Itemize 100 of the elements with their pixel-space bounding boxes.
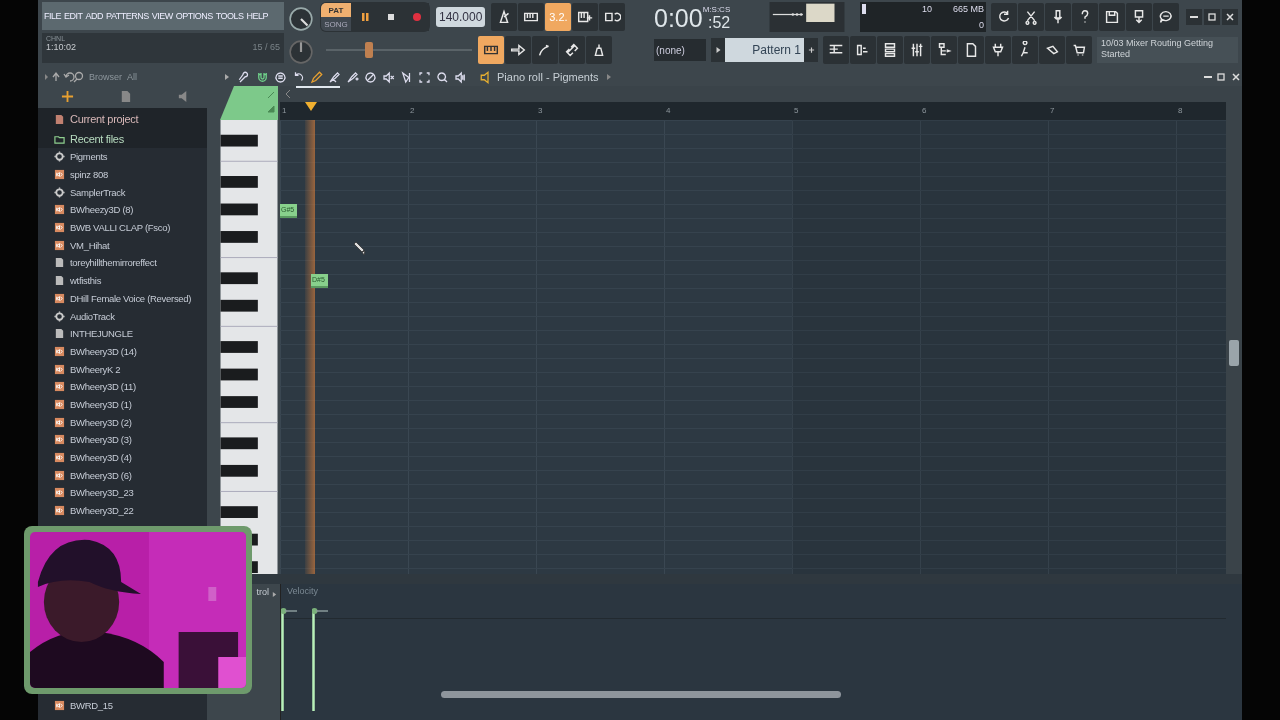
menu-item[interactable]: PATTERNS bbox=[106, 11, 149, 21]
help-button[interactable] bbox=[1072, 3, 1098, 31]
control-selector[interactable]: trol bbox=[256, 587, 272, 597]
file-button[interactable] bbox=[958, 36, 984, 64]
playlist-button[interactable] bbox=[823, 36, 849, 64]
chevron-icon[interactable] bbox=[284, 89, 292, 99]
browser-item[interactable]: BWheery3D (4) bbox=[38, 448, 207, 467]
pencil-icon[interactable] bbox=[309, 69, 324, 85]
browser-item[interactable]: Current project bbox=[38, 108, 207, 128]
figure-button[interactable] bbox=[1012, 36, 1038, 64]
time-format[interactable]: M:S:CS bbox=[702, 5, 731, 14]
scrollbar-thumb[interactable] bbox=[1229, 340, 1239, 366]
browser-item[interactable]: BWheery3D (11) bbox=[38, 377, 207, 396]
arrow-button[interactable] bbox=[505, 36, 531, 64]
delete-icon[interactable] bbox=[363, 69, 378, 85]
pianoroll-button[interactable] bbox=[478, 36, 504, 64]
chat-button[interactable] bbox=[1153, 3, 1179, 31]
browser-title: Browser bbox=[89, 72, 122, 82]
browser-item[interactable]: spinz 808 bbox=[38, 165, 207, 184]
brush-icon[interactable] bbox=[327, 69, 342, 85]
arrow-icon[interactable] bbox=[272, 591, 277, 598]
time-ruler[interactable]: 1 2 3 4 5 6 7 8 bbox=[280, 102, 1226, 120]
close-icon[interactable] bbox=[1231, 72, 1241, 82]
curve-button[interactable] bbox=[532, 36, 558, 64]
step-button[interactable] bbox=[572, 3, 599, 31]
export-button[interactable] bbox=[1126, 3, 1152, 31]
browser-item[interactable]: BWheery3D (14) bbox=[38, 342, 207, 361]
browser-item[interactable]: toreyhillthemirroreffect bbox=[38, 254, 207, 272]
speaker-icon[interactable] bbox=[453, 69, 468, 85]
sample-icon bbox=[54, 416, 65, 428]
pattern-selector[interactable]: Pattern 1 bbox=[725, 38, 804, 62]
pitch-knob[interactable] bbox=[288, 38, 314, 65]
typing-button[interactable] bbox=[518, 3, 545, 31]
browser-item[interactable]: BWheery3D_22 bbox=[38, 501, 207, 520]
browser-item[interactable]: wtfisthis bbox=[38, 271, 207, 290]
rack-button[interactable] bbox=[877, 36, 903, 64]
cart-button[interactable] bbox=[1066, 36, 1092, 64]
hint-bar[interactable]: 10/03 Mixer Routing Getting Started bbox=[1097, 37, 1238, 63]
sample-icon bbox=[54, 239, 65, 251]
save-button[interactable] bbox=[1099, 3, 1125, 31]
pattern-menu-button[interactable] bbox=[711, 38, 725, 62]
cut-button[interactable] bbox=[1018, 3, 1044, 31]
horizontal-scrollbar[interactable] bbox=[441, 691, 841, 698]
menu-item[interactable]: OPTIONS bbox=[175, 11, 213, 21]
browser-item[interactable]: INTHEJUNGLE bbox=[38, 324, 207, 343]
zoom-icon[interactable] bbox=[435, 69, 450, 85]
link-button[interactable] bbox=[559, 36, 585, 64]
browser-item[interactable]: DHill Female Voice (Reversed) bbox=[38, 289, 207, 308]
minimize-button[interactable] bbox=[1186, 9, 1202, 25]
add-pattern-button[interactable] bbox=[804, 38, 818, 62]
bar-number: 5 bbox=[794, 106, 799, 115]
menu-arrow-icon[interactable] bbox=[224, 73, 230, 81]
maximize-button[interactable] bbox=[1204, 9, 1220, 25]
browser-item[interactable]: BWheery3D (3) bbox=[38, 431, 207, 449]
browser-item[interactable]: BWRD_15 bbox=[38, 696, 207, 715]
move-icon[interactable] bbox=[60, 89, 74, 103]
tempo-field[interactable]: 140.000 bbox=[436, 7, 486, 27]
pitch-slider[interactable] bbox=[326, 42, 472, 58]
browser-item[interactable]: VM_Hihat bbox=[38, 236, 207, 255]
browser-item[interactable]: BWheeryK 2 bbox=[38, 360, 207, 378]
channel-selector[interactable]: (none) bbox=[654, 39, 706, 61]
browser-item[interactable]: Recent files bbox=[38, 128, 207, 148]
browser-item[interactable]: Pigments bbox=[38, 148, 207, 166]
paint-icon[interactable] bbox=[345, 69, 360, 85]
menu-item[interactable]: FILE bbox=[44, 11, 61, 21]
browser-item[interactable]: BWheezy3D (8) bbox=[38, 201, 207, 219]
maximize-icon[interactable] bbox=[1216, 72, 1226, 82]
menu-icon[interactable] bbox=[273, 69, 288, 85]
select-icon[interactable] bbox=[417, 69, 432, 85]
pattern-song-toggle[interactable]: PAT SONG bbox=[321, 3, 351, 31]
browser-item[interactable]: BWheery3D (6) bbox=[38, 466, 207, 485]
event-editor[interactable]: Velocity bbox=[280, 584, 1242, 720]
mute-icon[interactable] bbox=[381, 69, 396, 85]
tool-corner[interactable] bbox=[220, 86, 278, 120]
menu-item[interactable]: HELP bbox=[246, 11, 269, 21]
browser-item[interactable]: SamplerTrack bbox=[38, 183, 207, 202]
metronome-button[interactable] bbox=[491, 3, 518, 31]
close-button[interactable] bbox=[1222, 9, 1238, 25]
piano-keyboard[interactable] bbox=[220, 120, 278, 574]
browser-item[interactable]: BWB VALLI CLAP (Fsco) bbox=[38, 218, 207, 237]
menu-item[interactable]: VIEW bbox=[151, 11, 173, 21]
tree-button[interactable] bbox=[931, 36, 957, 64]
item-label: BWB VALLI CLAP (Fsco) bbox=[70, 222, 170, 234]
plug-button[interactable] bbox=[985, 36, 1011, 64]
browser-item[interactable]: BWheery3D (1) bbox=[38, 395, 207, 414]
menu-item[interactable]: TOOLS bbox=[215, 11, 244, 21]
browser-item[interactable]: AudioTrack bbox=[38, 307, 207, 325]
steps-button[interactable] bbox=[850, 36, 876, 64]
browser-item[interactable]: BWheery3D (2) bbox=[38, 413, 207, 431]
undo-button[interactable] bbox=[991, 3, 1017, 31]
mixer-button[interactable] bbox=[904, 36, 930, 64]
hand-button[interactable] bbox=[1039, 36, 1065, 64]
document-icon[interactable] bbox=[119, 89, 132, 103]
menu-item[interactable]: EDIT bbox=[64, 11, 83, 21]
browser-item[interactable]: BWheery3D_23 bbox=[38, 484, 207, 502]
volume-knob[interactable] bbox=[288, 5, 314, 32]
arrow-icon[interactable] bbox=[605, 73, 612, 81]
navigation-icons[interactable] bbox=[44, 71, 84, 83]
loop-button[interactable] bbox=[599, 3, 626, 31]
menu-item[interactable]: ADD bbox=[85, 11, 104, 21]
